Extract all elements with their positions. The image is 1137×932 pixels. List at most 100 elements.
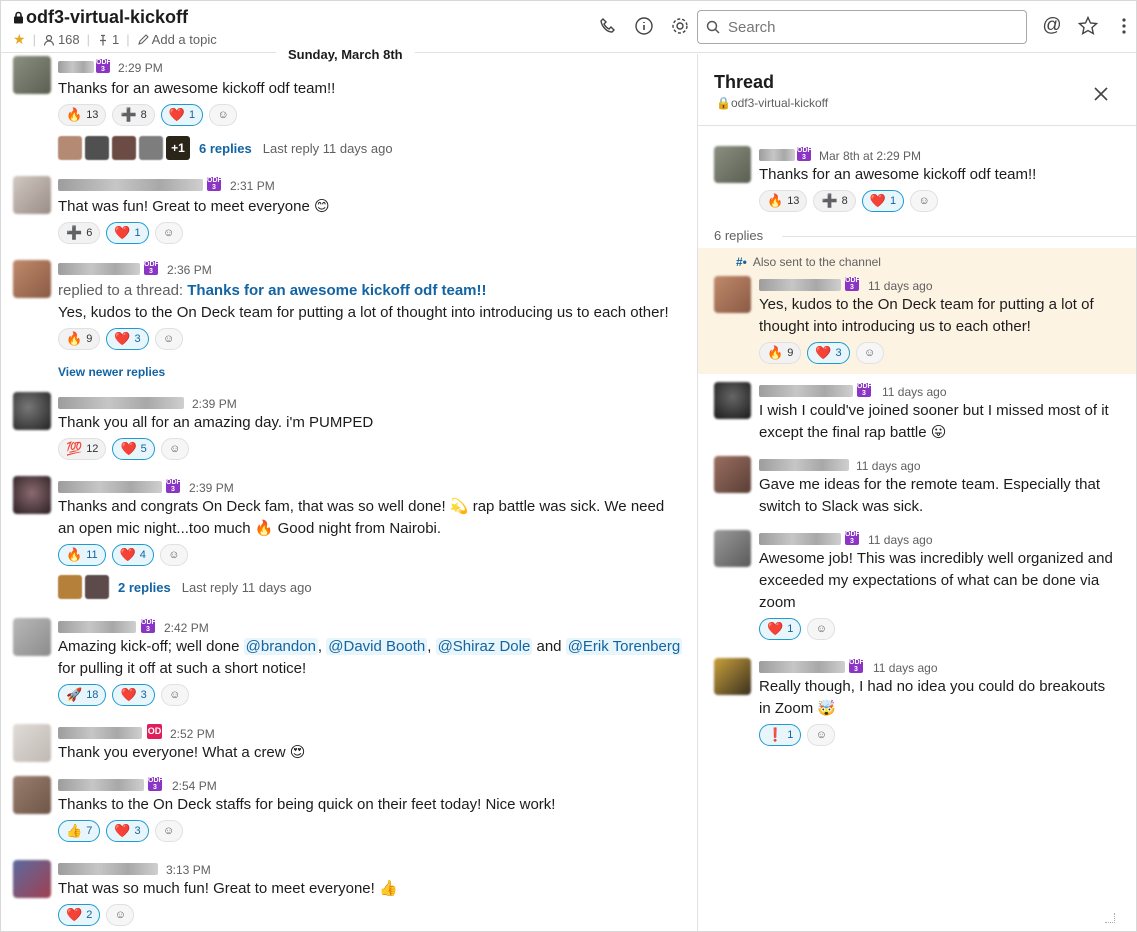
timestamp[interactable]: 2:52 PM <box>170 727 215 741</box>
add-reaction-button[interactable]: ☺ <box>160 438 189 460</box>
sender-name[interactable] <box>58 779 144 791</box>
search-input[interactable] <box>728 18 1008 36</box>
avatar[interactable] <box>13 476 51 514</box>
channel-details-button[interactable] <box>633 15 655 37</box>
add-topic-button[interactable]: Add a topic <box>137 32 217 47</box>
avatar[interactable] <box>13 776 51 814</box>
sender-name[interactable] <box>759 385 853 397</box>
timestamp[interactable]: 2:29 PM <box>118 61 163 75</box>
star-icon[interactable]: ★ <box>13 31 26 48</box>
timestamp[interactable]: Mar 8th at 2:29 PM <box>819 149 921 163</box>
sender-name[interactable] <box>58 621 136 633</box>
sender-name[interactable] <box>58 727 142 739</box>
avatar[interactable] <box>13 860 51 898</box>
add-reaction-button[interactable]: ☺ <box>209 104 238 126</box>
reaction-fire[interactable]: 🔥 9 <box>58 328 101 350</box>
replies-link[interactable]: 2 replies <box>118 580 171 595</box>
avatar[interactable] <box>13 618 51 656</box>
sender-name[interactable] <box>759 149 795 161</box>
sender-name[interactable] <box>759 533 841 545</box>
saved-items-button[interactable] <box>1077 15 1099 37</box>
reaction-rocket[interactable]: 🚀 18 <box>58 684 107 706</box>
timestamp[interactable]: 2:54 PM <box>172 779 217 793</box>
thread-channel[interactable]: 🔒odf3-virtual-kickoff <box>716 96 828 110</box>
reaction-heart[interactable]: ❤️ 5 <box>112 438 155 460</box>
timestamp[interactable]: 3:13 PM <box>166 863 211 877</box>
avatar[interactable] <box>13 724 51 762</box>
add-reaction-button[interactable]: ☺ <box>159 544 188 566</box>
reaction-heart[interactable]: ❤️ 3 <box>807 342 850 364</box>
add-reaction-button[interactable]: ☺ <box>154 820 183 842</box>
sender-name[interactable] <box>58 481 162 493</box>
add-reaction-button[interactable]: ☺ <box>160 684 189 706</box>
channel-title[interactable]: odf3-virtual-kickoff <box>13 7 188 28</box>
sender-name[interactable] <box>58 263 140 275</box>
search-box[interactable] <box>697 10 1027 44</box>
sender-name[interactable] <box>58 61 94 73</box>
reaction-plus[interactable]: ➕ 8 <box>813 190 856 212</box>
member-count[interactable]: 168 <box>43 32 80 47</box>
view-newer-replies-link[interactable]: View newer replies <box>58 365 165 379</box>
avatar[interactable] <box>13 392 51 430</box>
mention-david-booth[interactable]: @David Booth <box>326 638 428 655</box>
add-reaction-button[interactable]: ☺ <box>154 222 183 244</box>
pin-count[interactable]: 1 <box>97 32 119 47</box>
timestamp[interactable]: 2:42 PM <box>164 621 209 635</box>
mentions-button[interactable]: @ <box>1041 15 1063 37</box>
thread-reply[interactable]: #• Also sent to the channel ODF 3 11 days … <box>698 248 1136 374</box>
add-reaction-button[interactable]: ☺ <box>807 724 836 746</box>
sender-name[interactable] <box>759 661 845 673</box>
replies-link[interactable]: 6 replies <box>199 141 252 156</box>
reaction-heart[interactable]: ❤️ 4 <box>111 544 154 566</box>
timestamp[interactable]: 11 days ago <box>856 459 921 473</box>
timestamp[interactable]: 2:36 PM <box>167 263 212 277</box>
close-thread-button[interactable] <box>1094 80 1108 108</box>
reaction-heart[interactable]: ❤️ 1 <box>759 618 802 640</box>
avatar[interactable] <box>714 530 751 567</box>
avatar[interactable] <box>714 456 751 493</box>
add-reaction-button[interactable]: ☺ <box>154 328 183 350</box>
timestamp[interactable]: 11 days ago <box>873 661 938 675</box>
avatar[interactable] <box>13 260 51 298</box>
add-reaction-button[interactable]: ☺ <box>106 904 135 926</box>
avatar[interactable] <box>714 146 751 183</box>
reaction-plus[interactable]: ➕ 8 <box>112 104 155 126</box>
add-reaction-button[interactable]: ☺ <box>910 190 939 212</box>
avatar[interactable] <box>714 276 751 313</box>
add-reaction-button[interactable]: ☺ <box>855 342 884 364</box>
reaction-thumbsup[interactable]: 👍 7 <box>58 820 101 842</box>
mention-brandon[interactable]: @brandon <box>243 638 318 655</box>
sender-name[interactable] <box>58 863 158 875</box>
reaction-fire[interactable]: 🔥 9 <box>759 342 802 364</box>
avatar[interactable] <box>13 56 51 94</box>
timestamp[interactable]: 11 days ago <box>868 279 933 293</box>
reaction-heart[interactable]: ❤️ 3 <box>106 328 149 350</box>
avatar[interactable] <box>714 658 751 695</box>
reaction-heart[interactable]: ❤️ 1 <box>106 222 149 244</box>
add-reaction-button[interactable]: ☺ <box>807 618 836 640</box>
call-button[interactable] <box>597 15 619 37</box>
reaction-hundred[interactable]: 💯 12 <box>58 438 107 460</box>
sender-name[interactable] <box>58 397 184 409</box>
sender-name[interactable] <box>759 459 849 471</box>
timestamp[interactable]: 11 days ago <box>868 533 933 547</box>
reaction-fire[interactable]: 🔥 13 <box>58 104 107 126</box>
settings-button[interactable] <box>669 15 691 37</box>
timestamp[interactable]: 2:31 PM <box>230 179 275 193</box>
reaction-exclamation[interactable]: ❗ 1 <box>759 724 802 746</box>
reaction-plus[interactable]: ➕ 6 <box>58 222 101 244</box>
sender-name[interactable] <box>58 179 203 191</box>
parent-message-link[interactable]: Thanks for an awesome kickoff odf team!! <box>187 282 486 299</box>
reaction-heart[interactable]: ❤️ 2 <box>58 904 101 926</box>
timestamp[interactable]: 2:39 PM <box>192 397 237 411</box>
reaction-heart[interactable]: ❤️ 1 <box>160 104 204 126</box>
more-button[interactable] <box>1113 15 1135 37</box>
reaction-heart[interactable]: ❤️ 3 <box>112 684 155 706</box>
mention-erik-torenberg[interactable]: @Erik Torenberg <box>565 638 683 655</box>
reaction-fire[interactable]: 🔥 13 <box>759 190 808 212</box>
reaction-fire[interactable]: 🔥 11 <box>58 544 106 566</box>
thread-replies-bar[interactable]: 2 replies Last reply 11 days ago <box>58 575 312 599</box>
reaction-heart[interactable]: ❤️ 3 <box>106 820 149 842</box>
mention-shiraz-dole[interactable]: @Shiraz Dole <box>435 638 533 655</box>
timestamp[interactable]: 2:39 PM <box>189 481 234 495</box>
